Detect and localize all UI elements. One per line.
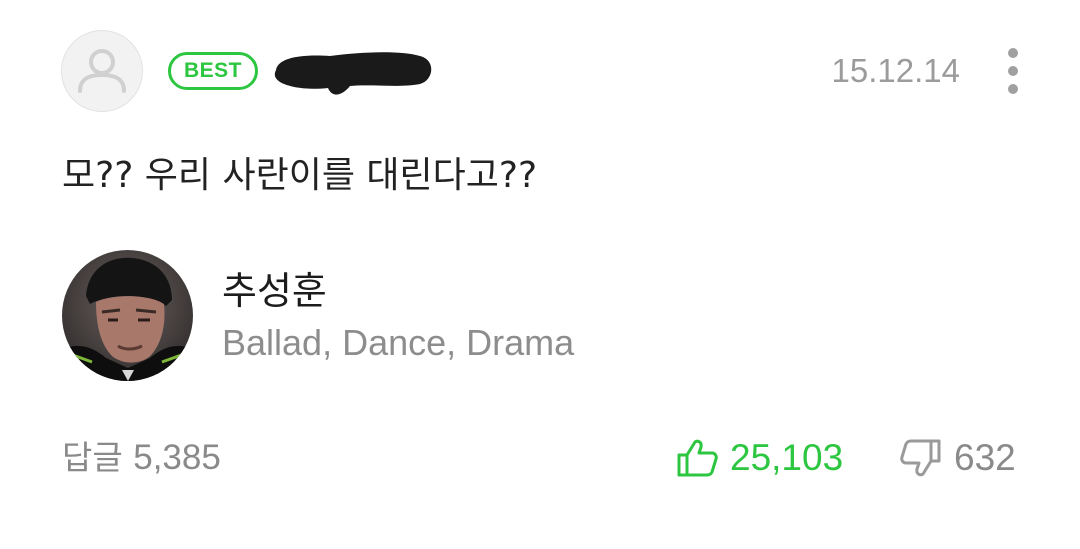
thumbs-down-icon bbox=[900, 439, 941, 477]
artist-name: 추성훈 bbox=[222, 269, 327, 313]
thumbs-up-icon bbox=[677, 439, 718, 477]
redacted-username bbox=[274, 52, 432, 95]
user-avatar[interactable] bbox=[61, 30, 143, 112]
artist-genres: Ballad, Dance, Drama bbox=[222, 322, 575, 363]
dislike-count: 632 bbox=[954, 437, 1016, 478]
best-badge: BEST bbox=[168, 52, 258, 90]
comment-text: 모?? 우리 사란이를 대린다고?? bbox=[62, 155, 538, 196]
like-button[interactable]: 25,103 bbox=[676, 434, 843, 482]
reply-label: 답글 bbox=[62, 438, 123, 477]
artist-photo bbox=[62, 250, 193, 381]
comment-date: 15.12.14 bbox=[831, 52, 960, 89]
reply-button[interactable]: 답글 5,385 bbox=[62, 436, 221, 480]
like-count: 25,103 bbox=[730, 437, 844, 478]
artist-card[interactable]: 추성훈 Ballad, Dance, Drama bbox=[62, 250, 762, 382]
comment-item: BEST 15.12.14 모?? 우리 사란이를 대린다고?? 추성훈 Bal… bbox=[0, 0, 1080, 549]
reply-count: 5,385 bbox=[133, 438, 221, 477]
more-options-button[interactable] bbox=[998, 46, 1028, 98]
dislike-button[interactable]: 632 bbox=[900, 434, 1016, 482]
default-user-avatar-icon bbox=[78, 49, 126, 93]
